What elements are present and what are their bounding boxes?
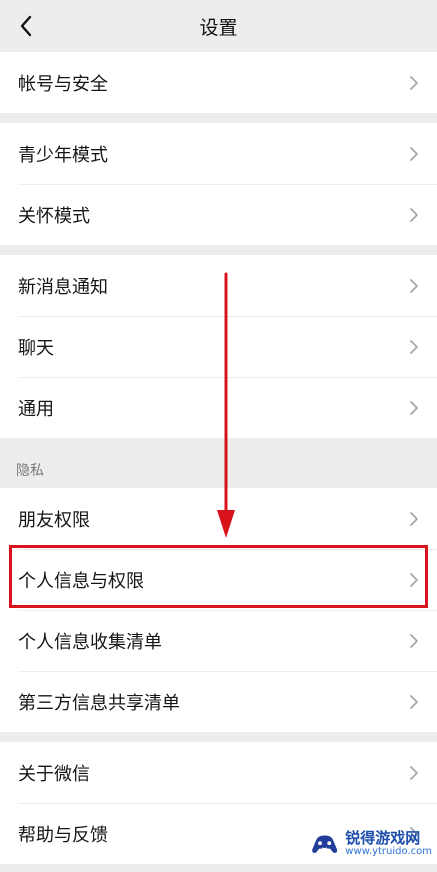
settings-screen: 设置 帐号与安全 青少年模式 关怀模式 新消息通知 聊天 通用 隐私 朋友权限 …	[0, 0, 437, 872]
chevron-right-icon	[410, 339, 418, 354]
chevron-right-icon	[410, 511, 418, 526]
chevron-right-icon	[410, 765, 418, 780]
chevron-right-icon	[410, 207, 418, 222]
settings-item-label: 关于微信	[18, 763, 90, 785]
settings-item-general[interactable]: 通用	[0, 377, 437, 438]
page-title: 设置	[199, 16, 238, 39]
settings-group-general: 新消息通知 聊天 通用	[0, 255, 437, 438]
section-label-privacy: 隐私	[0, 438, 437, 488]
settings-item-label: 个人信息收集清单	[18, 631, 162, 653]
settings-item-friend-permissions[interactable]: 朋友权限	[0, 488, 437, 549]
settings-item-label: 帮助与反馈	[18, 824, 108, 846]
settings-item-teen-mode[interactable]: 青少年模式	[0, 123, 437, 184]
settings-item-personal-info-collection[interactable]: 个人信息收集清单	[0, 610, 437, 671]
settings-item-label: 帐号与安全	[18, 73, 108, 95]
chevron-right-icon	[410, 633, 418, 648]
settings-item-label: 聊天	[18, 337, 54, 359]
settings-item-third-party-sharing[interactable]: 第三方信息共享清单	[0, 671, 437, 732]
chevron-right-icon	[410, 400, 418, 415]
chevron-right-icon	[410, 146, 418, 161]
settings-item-label: 新消息通知	[18, 276, 108, 298]
settings-item-label: 关怀模式	[18, 205, 90, 227]
settings-item-label: 通用	[18, 398, 54, 420]
chevron-right-icon	[410, 572, 418, 587]
settings-item-chat[interactable]: 聊天	[0, 316, 437, 377]
chevron-right-icon	[410, 694, 418, 709]
settings-group-account: 帐号与安全	[0, 52, 437, 113]
settings-item-label: 个人信息与权限	[18, 570, 144, 592]
settings-item-label: 青少年模式	[18, 144, 108, 166]
settings-item-label: 朋友权限	[18, 509, 90, 531]
top-bar: 设置	[0, 0, 437, 52]
chevron-left-icon	[20, 15, 32, 37]
chevron-right-icon	[410, 278, 418, 293]
group-spacer	[0, 245, 437, 255]
settings-item-personal-info-permissions[interactable]: 个人信息与权限	[0, 549, 437, 610]
settings-item-account-security[interactable]: 帐号与安全	[0, 52, 437, 113]
chevron-right-icon	[410, 826, 418, 841]
group-spacer	[0, 732, 437, 742]
chevron-right-icon	[410, 75, 418, 90]
settings-item-label: 第三方信息共享清单	[18, 692, 180, 714]
settings-item-about-wechat[interactable]: 关于微信	[0, 742, 437, 803]
settings-item-help-feedback[interactable]: 帮助与反馈	[0, 803, 437, 864]
settings-item-notifications[interactable]: 新消息通知	[0, 255, 437, 316]
group-spacer	[0, 113, 437, 123]
settings-group-about: 关于微信 帮助与反馈	[0, 742, 437, 864]
settings-group-privacy: 朋友权限 个人信息与权限 个人信息收集清单 第三方信息共享清单	[0, 488, 437, 732]
settings-item-care-mode[interactable]: 关怀模式	[0, 184, 437, 245]
back-button[interactable]	[8, 8, 44, 44]
settings-group-modes: 青少年模式 关怀模式	[0, 123, 437, 245]
